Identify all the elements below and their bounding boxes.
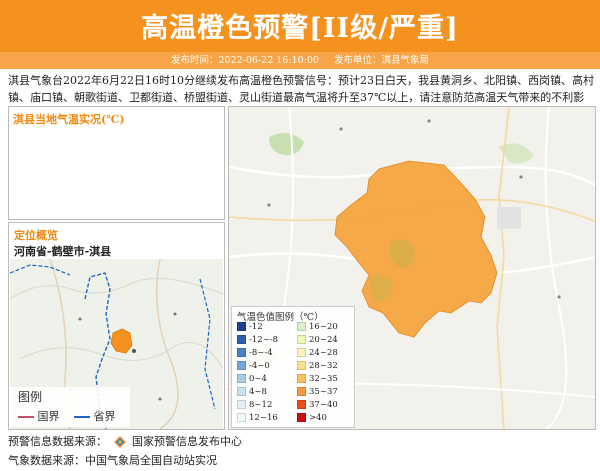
temp-legend-swatch bbox=[297, 387, 306, 396]
temp-legend-label: -12 bbox=[249, 322, 263, 332]
temp-legend-swatch bbox=[237, 322, 246, 331]
header-banner: 高温橙色预警[II级/严重] 发布时间：2022-06-22 16:10:00 … bbox=[0, 0, 600, 69]
publish-time: 发布时间：2022-06-22 16:10:00 bbox=[170, 55, 319, 66]
temp-legend-label: 16~20 bbox=[309, 322, 338, 332]
temp-legend-item: 28~32 bbox=[297, 361, 338, 372]
temp-legend-label: 4~8 bbox=[249, 387, 267, 397]
temp-legend-item: 37~40 bbox=[297, 400, 338, 411]
temp-legend-item: 32~35 bbox=[297, 374, 338, 385]
temp-legend-label: 24~28 bbox=[309, 348, 338, 358]
temp-legend-label: -8~-4 bbox=[249, 348, 273, 358]
temp-legend-swatch bbox=[297, 374, 306, 383]
temp-legend-item: -4~0 bbox=[237, 361, 270, 372]
temp-legend-swatch bbox=[237, 348, 246, 357]
temp-legend-swatch bbox=[237, 400, 246, 409]
legend-national-border-label: 国界 bbox=[37, 410, 60, 423]
temp-legend-swatch bbox=[297, 322, 306, 331]
weather-data-source: 气象数据来源：中国气象局全国自动站实况 bbox=[8, 452, 217, 468]
temp-legend-label: 0~4 bbox=[249, 374, 267, 384]
temp-legend-swatch bbox=[297, 400, 306, 409]
publisher: 发布单位：淇县气象局 bbox=[333, 55, 429, 66]
temp-legend-swatch bbox=[237, 413, 246, 422]
temp-legend-swatch bbox=[237, 374, 246, 383]
temperature-color-legend: 气温色值图例（℃） -12 -12~-8 -8~-4 -4~0 0~4 4~8 8~12 12… bbox=[231, 306, 355, 428]
weather-data-source-label: 气象数据来源： bbox=[8, 454, 85, 467]
temp-legend-item: 12~16 bbox=[237, 413, 278, 424]
weather-data-source-value: 中国气象局全国自动站实况 bbox=[85, 454, 217, 467]
temp-legend-label: 35~37 bbox=[309, 387, 338, 397]
warning-source-label: 预警信息数据来源： bbox=[8, 435, 107, 448]
temp-legend-label: >40 bbox=[309, 413, 327, 423]
legend-item-national-border: 国界 bbox=[18, 408, 60, 424]
publish-info-bar: 发布时间：2022-06-22 16:10:00 发布单位：淇县气象局 bbox=[0, 52, 600, 69]
temp-legend-swatch bbox=[297, 335, 306, 344]
temp-legend-swatch bbox=[297, 361, 306, 370]
temp-legend-item: 4~8 bbox=[237, 387, 267, 398]
temp-legend-item: >40 bbox=[297, 413, 327, 424]
page-title: 高温橙色预警[II级/严重] bbox=[141, 13, 459, 44]
temp-legend-item: 8~12 bbox=[237, 400, 272, 411]
legend-province-border-label: 省界 bbox=[93, 410, 116, 423]
temperature-panel: 淇县当地气温实况(℃) bbox=[8, 106, 225, 220]
temp-legend-item: 16~20 bbox=[297, 322, 338, 333]
temp-legend-swatch bbox=[237, 387, 246, 396]
map-legend: 图例 国界 省界 bbox=[10, 387, 130, 427]
temp-legend-swatch bbox=[237, 361, 246, 370]
warning-center-logo-icon bbox=[113, 436, 126, 448]
temp-legend-item: -8~-4 bbox=[237, 348, 273, 359]
temp-legend-item: 24~28 bbox=[297, 348, 338, 359]
map-legend-title: 图例 bbox=[18, 390, 43, 404]
warning-page: 高温橙色预警[II级/严重] 发布时间：2022-06-22 16:10:00 … bbox=[0, 0, 600, 471]
temp-legend-item: 20~24 bbox=[297, 335, 338, 346]
temp-legend-item: 35~37 bbox=[297, 387, 338, 398]
temperature-panel-title: 淇县当地气温实况(℃) bbox=[13, 113, 125, 126]
temp-legend-swatch bbox=[297, 413, 306, 422]
temp-legend-label: 28~32 bbox=[309, 361, 338, 371]
temp-legend-label: 20~24 bbox=[309, 335, 338, 345]
location-panel-title: 定位概览 bbox=[14, 229, 58, 242]
location-panel: 定位概览 河南省-鹤壁市-淇县 图例 国界 省界 bbox=[8, 222, 225, 430]
temp-legend-swatch bbox=[297, 348, 306, 357]
temp-legend-item: -12~-8 bbox=[237, 335, 278, 346]
warning-source-value: 国家预警信息发布中心 bbox=[132, 435, 242, 448]
temp-legend-swatch bbox=[237, 335, 246, 344]
temp-legend-label: 32~35 bbox=[309, 374, 338, 384]
temp-legend-label: -4~0 bbox=[249, 361, 270, 371]
temp-legend-item: 0~4 bbox=[237, 374, 267, 385]
temp-legend-item: -12 bbox=[237, 322, 263, 333]
region-path: 河南省-鹤壁市-淇县 bbox=[14, 245, 112, 258]
temp-legend-label: 12~16 bbox=[249, 413, 278, 423]
temp-legend-label: 8~12 bbox=[249, 400, 273, 410]
legend-item-province-border: 省界 bbox=[74, 408, 116, 424]
warning-source: 预警信息数据来源： 国家预警信息发布中心 bbox=[8, 433, 242, 449]
temp-legend-label: 37~40 bbox=[309, 400, 338, 410]
temp-legend-label: -12~-8 bbox=[249, 335, 279, 345]
temperature-legend-title: 气温色值图例（℃） bbox=[237, 312, 324, 323]
